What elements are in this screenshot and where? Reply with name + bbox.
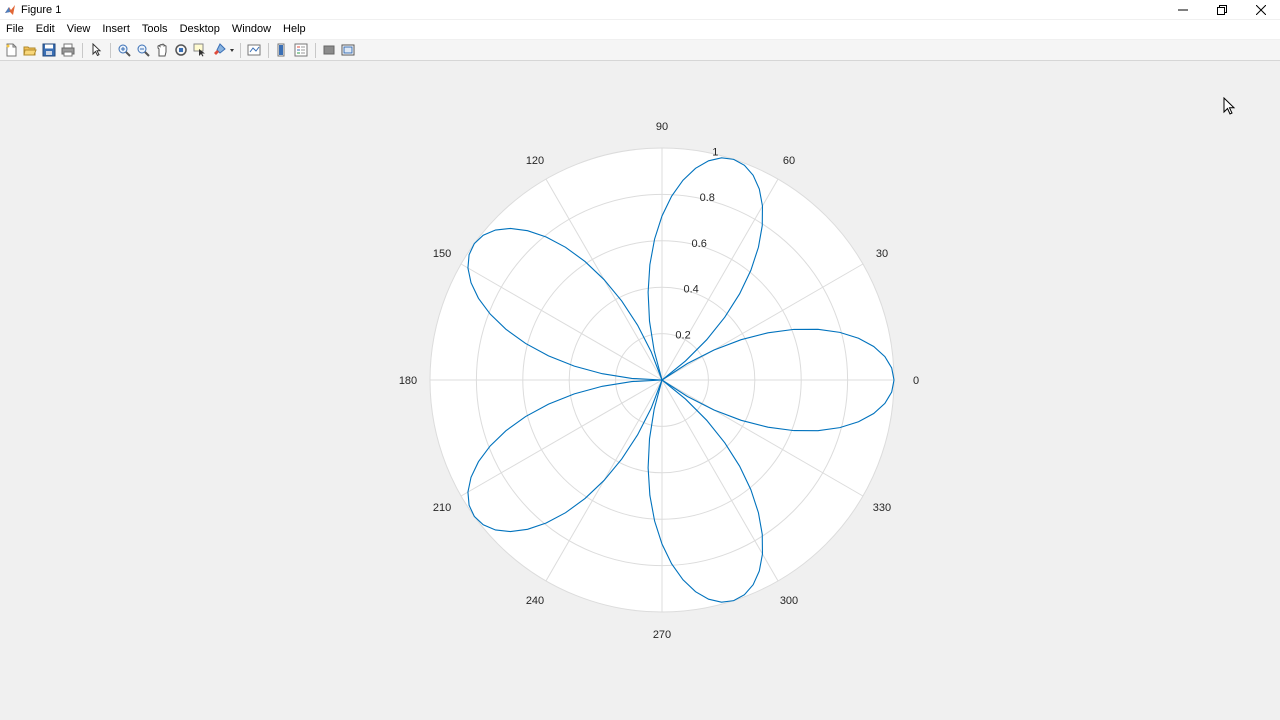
restore-icon [1216, 4, 1227, 15]
theta-tick-label: 60 [783, 155, 795, 167]
theta-tick-label: 270 [653, 629, 671, 641]
save-button[interactable] [40, 41, 58, 59]
minimize-icon [1177, 9, 1188, 10]
figure-toolbar [0, 40, 1280, 61]
theta-tick-label: 150 [433, 248, 451, 260]
zoom-in-button[interactable] [115, 41, 133, 59]
chevron-down-icon [230, 49, 234, 52]
r-tick-label: 0.4 [683, 284, 698, 296]
theta-tick-label: 240 [526, 595, 544, 607]
zoom-out-button[interactable] [134, 41, 152, 59]
data-cursor-button[interactable] [191, 41, 209, 59]
show-plot-tools-button[interactable] [339, 41, 357, 59]
open-file-button[interactable] [21, 41, 39, 59]
theta-tick-label: 90 [656, 121, 668, 133]
brush-button[interactable] [210, 41, 228, 59]
rotate-3d-button[interactable] [172, 41, 190, 59]
toolbar-separator [82, 42, 83, 58]
link-plot-button[interactable] [245, 41, 263, 59]
theta-tick-label: 300 [780, 595, 798, 607]
open-file-icon [23, 46, 37, 56]
new-figure-button[interactable] [2, 41, 20, 59]
figure-canvas[interactable]: 0.2 0.4 0.6 0.8 1 0 30 60 90 120 150 180 210 240 270 3… [0, 62, 1280, 720]
rotate-3d-icon [175, 44, 187, 56]
theta-tick-label: 180 [399, 375, 417, 387]
edit-plot-button[interactable] [87, 41, 105, 59]
hide-plot-tools-icon [323, 45, 335, 55]
pan-button[interactable] [153, 41, 171, 59]
mouse-pointer-icon [1223, 97, 1236, 115]
restore-button[interactable] [1202, 0, 1241, 19]
close-icon [1255, 4, 1266, 15]
title-bar: Figure 1 [0, 0, 1280, 19]
zoom-in-icon [118, 44, 131, 57]
menu-window[interactable]: Window [226, 20, 277, 39]
data-cursor-icon [193, 43, 205, 57]
menu-view[interactable]: View [61, 20, 97, 39]
window-controls [1163, 0, 1280, 19]
save-icon [42, 43, 56, 57]
r-tick-label: 1 [712, 147, 718, 159]
insert-colorbar-button[interactable] [273, 41, 291, 59]
menu-help[interactable]: Help [277, 20, 312, 39]
print-icon [61, 43, 75, 57]
edit-plot-icon [92, 43, 102, 57]
minimize-button[interactable] [1163, 0, 1202, 19]
theta-tick-label: 120 [526, 155, 544, 167]
toolbar-separator [110, 42, 111, 58]
show-plot-tools-icon [341, 44, 355, 56]
theta-tick-label: 30 [876, 248, 888, 260]
theta-tick-label: 210 [433, 502, 451, 514]
zoom-out-icon [137, 44, 150, 57]
brush-dropdown-button[interactable] [229, 41, 235, 59]
insert-colorbar-icon [277, 43, 285, 57]
link-plot-icon [247, 44, 261, 56]
figure-window: Figure 1 File Edit View Insert Tools Des… [0, 0, 1280, 720]
theta-tick-label: 0 [913, 375, 919, 387]
close-button[interactable] [1241, 0, 1280, 19]
menu-desktop[interactable]: Desktop [174, 20, 226, 39]
hide-plot-tools-button[interactable] [320, 41, 338, 59]
menu-insert[interactable]: Insert [96, 20, 136, 39]
new-figure-icon [6, 43, 17, 57]
toolbar-separator [268, 42, 269, 58]
r-tick-label: 0.8 [700, 192, 715, 204]
menu-tools[interactable]: Tools [136, 20, 174, 39]
menu-edit[interactable]: Edit [30, 20, 61, 39]
menu-bar: File Edit View Insert Tools Desktop Wind… [0, 20, 1280, 51]
brush-icon [214, 43, 226, 55]
pan-icon [157, 43, 167, 57]
insert-legend-button[interactable] [292, 41, 310, 59]
toolbar-separator [240, 42, 241, 58]
polar-axes[interactable]: 0.2 0.4 0.6 0.8 1 0 30 60 90 120 150 180 210 240 270 3… [0, 62, 1280, 720]
matlab-icon [5, 4, 15, 15]
print-button[interactable] [59, 41, 77, 59]
window-title: Figure 1 [21, 3, 62, 16]
r-tick-label: 0.6 [692, 238, 707, 250]
toolbar-separator [315, 42, 316, 58]
r-tick-label: 0.2 [675, 329, 690, 341]
menu-file[interactable]: File [0, 20, 30, 39]
theta-tick-label: 330 [873, 502, 891, 514]
insert-legend-icon [294, 43, 308, 57]
